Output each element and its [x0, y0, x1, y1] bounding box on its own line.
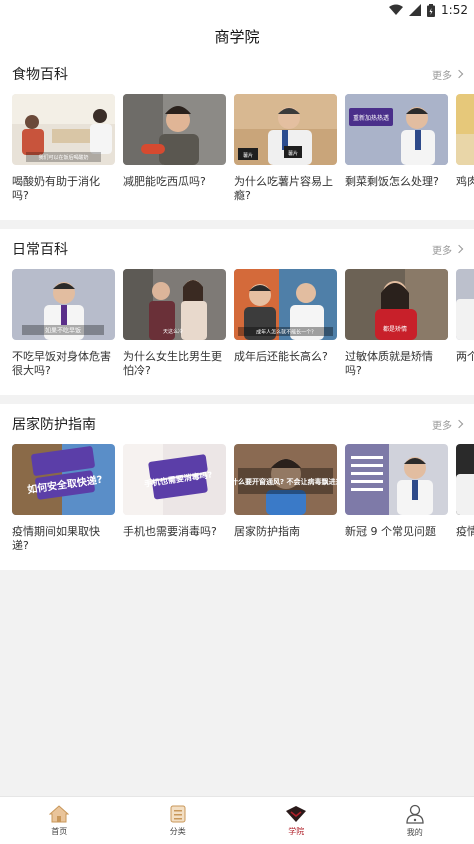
- section-home-protection-guide: 居家防护指南 更多 如何安全取快递? 疫情期间如果取快递? 手机也需要消毒吗? …: [0, 404, 474, 570]
- article-card[interactable]: 如果不吃早饭 不吃早饭对身体危害很大吗?: [12, 269, 115, 378]
- article-title: 两个椎病: [456, 350, 474, 363]
- wifi-icon: [389, 4, 404, 15]
- article-thumbnail: [123, 94, 226, 165]
- more-label: 更多: [432, 420, 452, 432]
- profile-icon: [406, 804, 424, 824]
- more-label: 更多: [432, 70, 452, 82]
- status-bar: 1:52: [0, 0, 474, 20]
- page-title: 商学院: [0, 20, 474, 54]
- article-title: 剩菜剩饭怎么处理?: [345, 175, 439, 188]
- tab-category[interactable]: 分类: [119, 797, 238, 844]
- thumbnail-caption: 我们可以在饭后喝酸奶: [38, 154, 88, 161]
- chevron-right-icon: [454, 69, 464, 79]
- section-daily-encyclopedia: 日常百科 更多 如果不吃早饭 不吃早饭对身体危害很大吗? 天这么冷 为什么女生比…: [0, 229, 474, 395]
- tab-label: 学院: [288, 826, 305, 836]
- article-title: 手机也需要消毒吗?: [123, 525, 217, 538]
- tab-label: 我的: [406, 827, 423, 837]
- article-card[interactable]: 两个椎病: [456, 269, 474, 378]
- article-title: 为什么吃薯片容易上瘾?: [234, 175, 333, 202]
- article-title: 成年后还能长高么?: [234, 350, 328, 363]
- article-title: 居家防护指南: [234, 525, 300, 538]
- section-title: 食物百科: [12, 67, 68, 83]
- article-title: 疫情期间如果取快递?: [12, 525, 100, 552]
- article-card[interactable]: 成年人怎么就不能长一个? 成年后还能长高么?: [234, 269, 337, 378]
- section-title: 居家防护指南: [12, 417, 96, 433]
- article-card[interactable]: 薯片 薯片 为什么吃薯片容易上瘾?: [234, 94, 337, 203]
- section-title: 日常百科: [12, 242, 68, 258]
- more-label: 更多: [432, 245, 452, 257]
- article-card[interactable]: 1.为什么要开窗通风? 不会让病毒飘进来吗? 居家防护指南: [234, 444, 337, 553]
- status-time: 1:52: [441, 3, 468, 17]
- article-title: 减肥能吃西瓜吗?: [123, 175, 206, 188]
- article-card[interactable]: 鸡肉营养: [456, 94, 474, 203]
- section-food-encyclopedia: 食物百科 更多 我们可以在饭后喝酸奶 喝酸奶有助于消化吗? 减肥能吃西瓜吗? 薯…: [0, 54, 474, 220]
- tab-label: 分类: [169, 826, 186, 836]
- article-thumbnail: [456, 94, 474, 165]
- article-card[interactable]: 新冠 9 个常见问题: [345, 444, 448, 553]
- more-link[interactable]: 更多: [432, 242, 464, 257]
- article-thumbnail: 如何安全取快递?: [12, 444, 115, 515]
- article-thumbnail: [456, 444, 474, 515]
- thumbnail-caption: 如果不吃早饭: [45, 327, 81, 335]
- article-thumbnail: 手机也需要消毒吗?: [123, 444, 226, 515]
- thumbnail-caption: 重新加热热透: [353, 114, 389, 122]
- article-thumbnail: 重新加热热透: [345, 94, 448, 165]
- article-card[interactable]: 天这么冷 为什么女生比男生更怕冷?: [123, 269, 226, 378]
- article-title: 鸡肉营养: [456, 175, 474, 188]
- article-card[interactable]: 我们可以在饭后喝酸奶 喝酸奶有助于消化吗?: [12, 94, 115, 203]
- article-thumbnail: 天这么冷: [123, 269, 226, 340]
- tab-academy[interactable]: 学院: [237, 797, 356, 844]
- tab-label: 首页: [51, 826, 68, 836]
- article-title: 疫情防护: [456, 525, 474, 538]
- article-thumbnail: 薯片 薯片: [234, 94, 337, 165]
- article-card[interactable]: 减肥能吃西瓜吗?: [123, 94, 226, 203]
- battery-icon: [427, 3, 436, 17]
- bottom-tab-bar: 首页 分类 学院 我的: [0, 796, 474, 844]
- article-card[interactable]: 如何安全取快递? 疫情期间如果取快递?: [12, 444, 115, 553]
- article-thumbnail: 都是矫情: [345, 269, 448, 340]
- article-card[interactable]: 重新加热热透 剩菜剩饭怎么处理?: [345, 94, 448, 203]
- article-thumbnail: 成年人怎么就不能长一个?: [234, 269, 337, 340]
- article-title: 过敏体质就是矫情吗?: [345, 350, 433, 377]
- thumbnail-caption: 薯片: [288, 150, 298, 157]
- tab-home[interactable]: 首页: [0, 797, 119, 844]
- article-thumbnail: [345, 444, 448, 515]
- signal-icon: [409, 4, 422, 16]
- article-thumbnail: [456, 269, 474, 340]
- more-link[interactable]: 更多: [432, 417, 464, 432]
- chevron-right-icon: [454, 244, 464, 254]
- article-thumbnail: 1.为什么要开窗通风? 不会让病毒飘进来吗?: [234, 444, 337, 515]
- academy-icon: [286, 805, 307, 822]
- article-card[interactable]: 疫情防护: [456, 444, 474, 553]
- more-link[interactable]: 更多: [432, 67, 464, 82]
- article-card[interactable]: 都是矫情 过敏体质就是矫情吗?: [345, 269, 448, 378]
- article-title: 为什么女生比男生更怕冷?: [123, 350, 222, 377]
- article-title: 新冠 9 个常见问题: [345, 525, 436, 538]
- article-thumbnail: 我们可以在饭后喝酸奶: [12, 94, 115, 165]
- category-icon: [170, 805, 186, 822]
- article-card[interactable]: 手机也需要消毒吗? 手机也需要消毒吗?: [123, 444, 226, 553]
- article-title: 喝酸奶有助于消化吗?: [12, 175, 100, 202]
- thumbnail-caption: 都是矫情: [383, 325, 407, 333]
- thumbnail-caption: 成年人怎么就不能长一个?: [256, 329, 314, 336]
- thumbnail-caption: 1.为什么要开窗通风? 不会让病毒飘进来吗?: [234, 477, 337, 486]
- home-icon: [49, 804, 70, 822]
- article-title: 不吃早饭对身体危害很大吗?: [12, 350, 111, 377]
- chevron-right-icon: [454, 419, 464, 429]
- article-thumbnail: 如果不吃早饭: [12, 269, 115, 340]
- tab-profile[interactable]: 我的: [356, 797, 474, 844]
- thumbnail-caption: 薯片: [243, 152, 253, 159]
- thumbnail-caption: 天这么冷: [163, 328, 183, 335]
